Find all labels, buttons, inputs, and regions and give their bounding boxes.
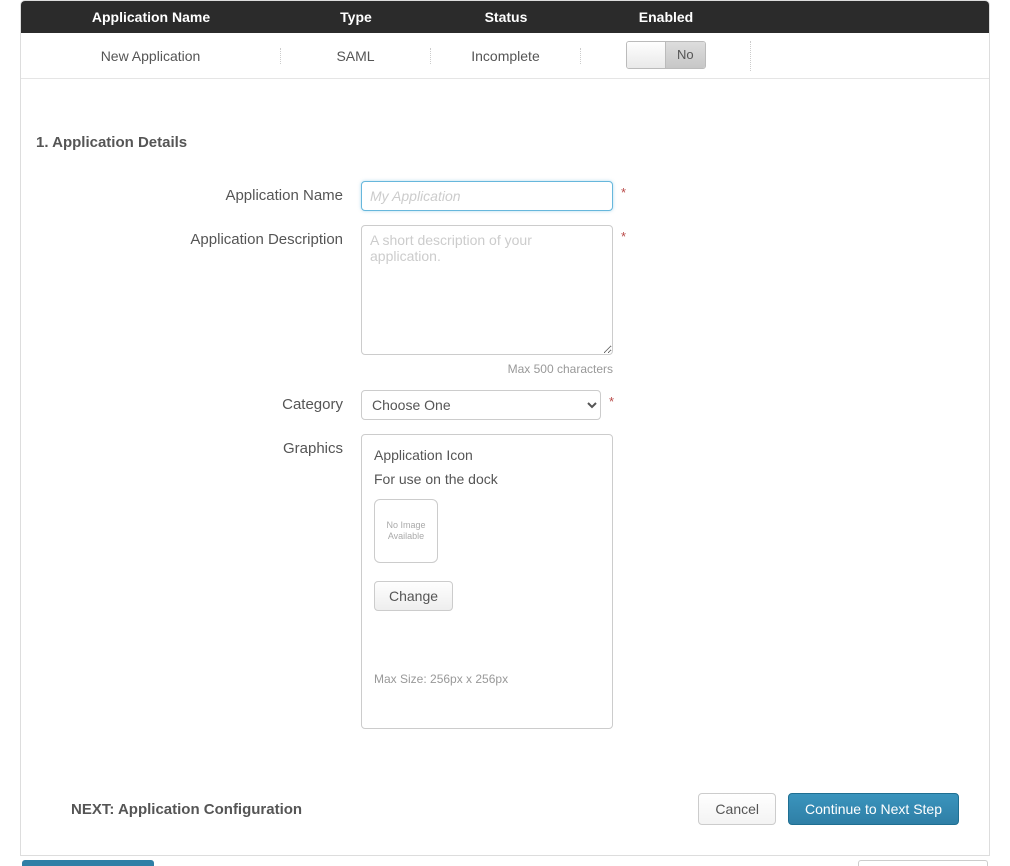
input-app-name[interactable] — [361, 181, 613, 211]
cancel-button[interactable]: Cancel — [698, 793, 776, 825]
header-status: Status — [431, 9, 581, 25]
table-row: New Application SAML Incomplete No — [21, 33, 989, 79]
select-category[interactable]: Choose One — [361, 390, 601, 420]
label-graphics: Graphics — [41, 434, 361, 729]
peek-left — [22, 860, 154, 866]
graphics-box: Application Icon For use on the dock No … — [361, 434, 613, 729]
change-image-button[interactable]: Change — [374, 581, 453, 611]
row-app-desc: Application Description * Max 500 charac… — [41, 225, 969, 376]
input-app-desc[interactable] — [361, 225, 613, 355]
cell-type: SAML — [281, 48, 431, 64]
cell-app-name: New Application — [21, 48, 281, 64]
toggle-no-label: No — [666, 42, 705, 68]
cell-status: Incomplete — [431, 48, 581, 64]
enabled-toggle[interactable]: No — [626, 41, 706, 69]
label-category: Category — [41, 390, 361, 420]
cell-enabled: No — [581, 41, 751, 71]
bottom-peek — [20, 860, 990, 866]
row-category: Category Choose One * — [41, 390, 969, 420]
section-title: 1. Application Details — [36, 134, 969, 151]
required-marker: * — [621, 229, 626, 244]
required-marker: * — [621, 185, 626, 200]
label-app-name: Application Name — [41, 181, 361, 211]
application-details-section: 1. Application Details Application Name … — [21, 79, 989, 773]
header-type: Type — [281, 9, 431, 25]
header-enabled: Enabled — [581, 9, 751, 25]
footer: NEXT: Application Configuration Cancel C… — [21, 773, 989, 855]
peek-right — [858, 860, 988, 866]
desc-helper: Max 500 characters — [361, 362, 613, 376]
header-app-name: Application Name — [21, 9, 281, 25]
row-graphics: Graphics Application Icon For use on the… — [41, 434, 969, 729]
next-step-label: NEXT: Application Configuration — [71, 801, 698, 818]
graphics-title: Application Icon — [374, 447, 600, 463]
graphics-max-size: Max Size: 256px x 256px — [374, 672, 508, 686]
application-panel: Application Name Type Status Enabled New… — [20, 0, 990, 856]
required-marker: * — [609, 394, 614, 409]
graphics-subtitle: For use on the dock — [374, 471, 600, 487]
continue-button[interactable]: Continue to Next Step — [788, 793, 959, 825]
row-app-name: Application Name * — [41, 181, 969, 211]
toggle-off-side — [627, 42, 667, 68]
label-app-desc: Application Description — [41, 225, 361, 376]
table-header-row: Application Name Type Status Enabled — [21, 1, 989, 33]
image-placeholder: No Image Available — [374, 499, 438, 563]
